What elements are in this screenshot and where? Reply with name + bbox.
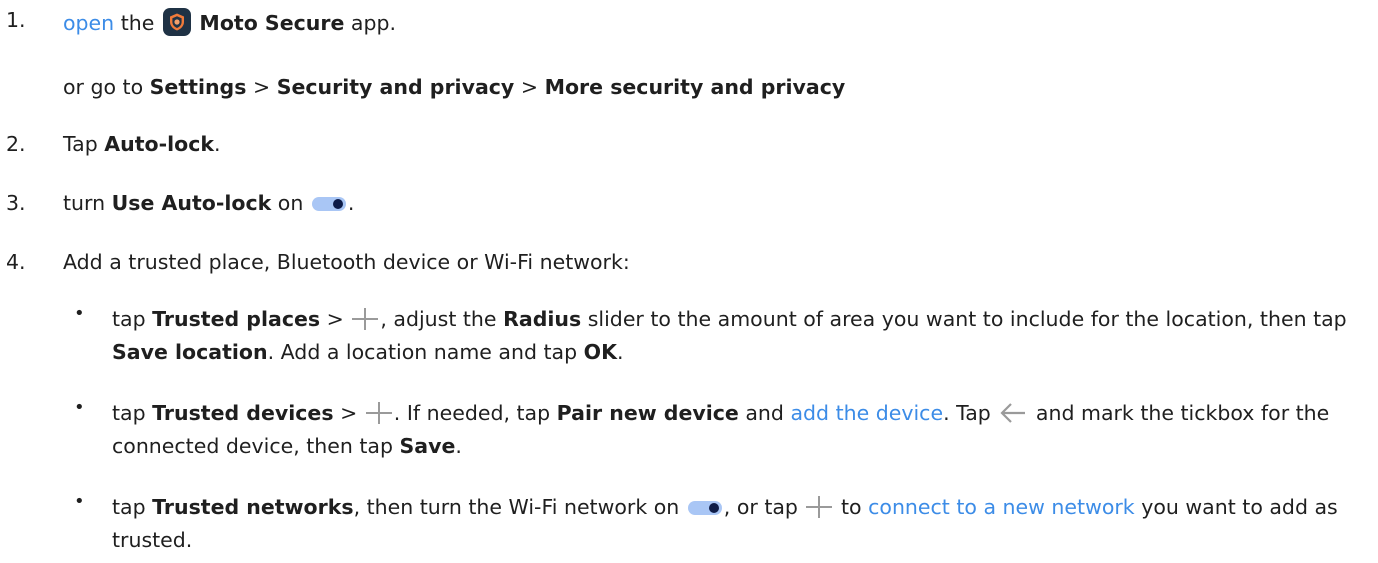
step-text: turn: [63, 191, 106, 215]
step-1-alt-text: or go to Settings > Security and privacy…: [63, 75, 845, 99]
trusted-places-label: Trusted places: [152, 307, 321, 331]
plus-icon: [365, 402, 392, 424]
security-privacy-path: Security and privacy: [276, 75, 515, 99]
bullet-segment: and: [745, 401, 784, 425]
step-number: 3.: [6, 191, 26, 215]
connect-network-link[interactable]: connect to a new network: [868, 495, 1135, 519]
save-label: Save: [399, 434, 456, 458]
bullet-text: tap Trusted places > , adjust the Radius…: [112, 303, 1367, 369]
bullet-segment: tap: [112, 401, 146, 425]
bullet-segment: to: [841, 495, 862, 519]
toggle-on-icon: [311, 197, 346, 211]
app-name: Moto Secure: [199, 11, 345, 35]
bullet-segment: . Add a location name and tap: [267, 340, 578, 364]
radius-label: Radius: [503, 307, 582, 331]
step-text: .: [214, 132, 221, 156]
trusted-devices-label: Trusted devices: [152, 401, 334, 425]
step-text: Tap: [63, 132, 98, 156]
toggle-knob: [332, 199, 343, 209]
ok-label: OK: [583, 340, 617, 364]
back-arrow-icon: [1000, 403, 1026, 423]
path-separator: >: [520, 75, 539, 99]
bullet-segment: .: [455, 434, 462, 458]
open-link[interactable]: open: [63, 11, 114, 35]
step-1-text: open the Moto Secure app.: [63, 8, 396, 36]
step-text: .: [347, 191, 355, 215]
step-4-text: Add a trusted place, Bluetooth device or…: [63, 250, 630, 274]
bullet-segment: tap: [112, 307, 146, 331]
bullet-segment: slider to the amount of area you want to…: [587, 307, 1347, 331]
use-auto-lock-label: Use Auto-lock: [111, 191, 272, 215]
bullet-text: tap Trusted networks, then turn the Wi-F…: [112, 491, 1367, 557]
bullet-icon: •: [74, 491, 85, 512]
path-separator: >: [340, 401, 358, 425]
path-separator: >: [326, 307, 344, 331]
step-text: on: [277, 191, 304, 215]
more-security-path: More security and privacy: [544, 75, 846, 99]
add-the-device-link[interactable]: add the device: [790, 401, 943, 425]
toggle-knob: [708, 503, 719, 513]
plus-icon: [806, 496, 833, 518]
pair-new-device-label: Pair new device: [556, 401, 739, 425]
trusted-networks-label: Trusted networks: [152, 495, 354, 519]
bullet-segment: . If needed, tap: [393, 401, 551, 425]
bullet-icon: •: [74, 303, 85, 324]
bullet-segment: , adjust the: [380, 307, 497, 331]
bullet-icon: •: [74, 397, 85, 418]
step-2-text: Tap Auto-lock.: [63, 132, 221, 156]
path-separator: >: [252, 75, 271, 99]
auto-lock-label: Auto-lock: [104, 132, 214, 156]
bullet-text: tap Trusted devices > . If needed, tap P…: [112, 397, 1367, 463]
bullet-segment: tap: [112, 495, 146, 519]
step-text: app.: [350, 11, 396, 35]
step-number: 1.: [6, 8, 26, 32]
toggle-on-icon: [687, 501, 722, 515]
bullet-segment: .: [616, 340, 624, 364]
plus-icon: [352, 308, 379, 330]
step-number: 2.: [6, 132, 26, 156]
instructions: 1. open the Moto Secure app. or go to Se…: [0, 0, 1378, 563]
bullet-segment: , then turn the Wi-Fi network on: [353, 495, 680, 519]
settings-path: Settings: [149, 75, 247, 99]
moto-secure-app-icon: [162, 8, 191, 36]
step-text: the: [120, 11, 155, 35]
step-text: or go to: [63, 75, 144, 99]
bullet-segment: , or tap: [723, 495, 798, 519]
bullet-segment: . Tap: [943, 401, 991, 425]
step-number: 4.: [6, 250, 26, 274]
save-location-label: Save location: [112, 340, 268, 364]
step-3-text: turn Use Auto-lock on .: [63, 191, 354, 215]
